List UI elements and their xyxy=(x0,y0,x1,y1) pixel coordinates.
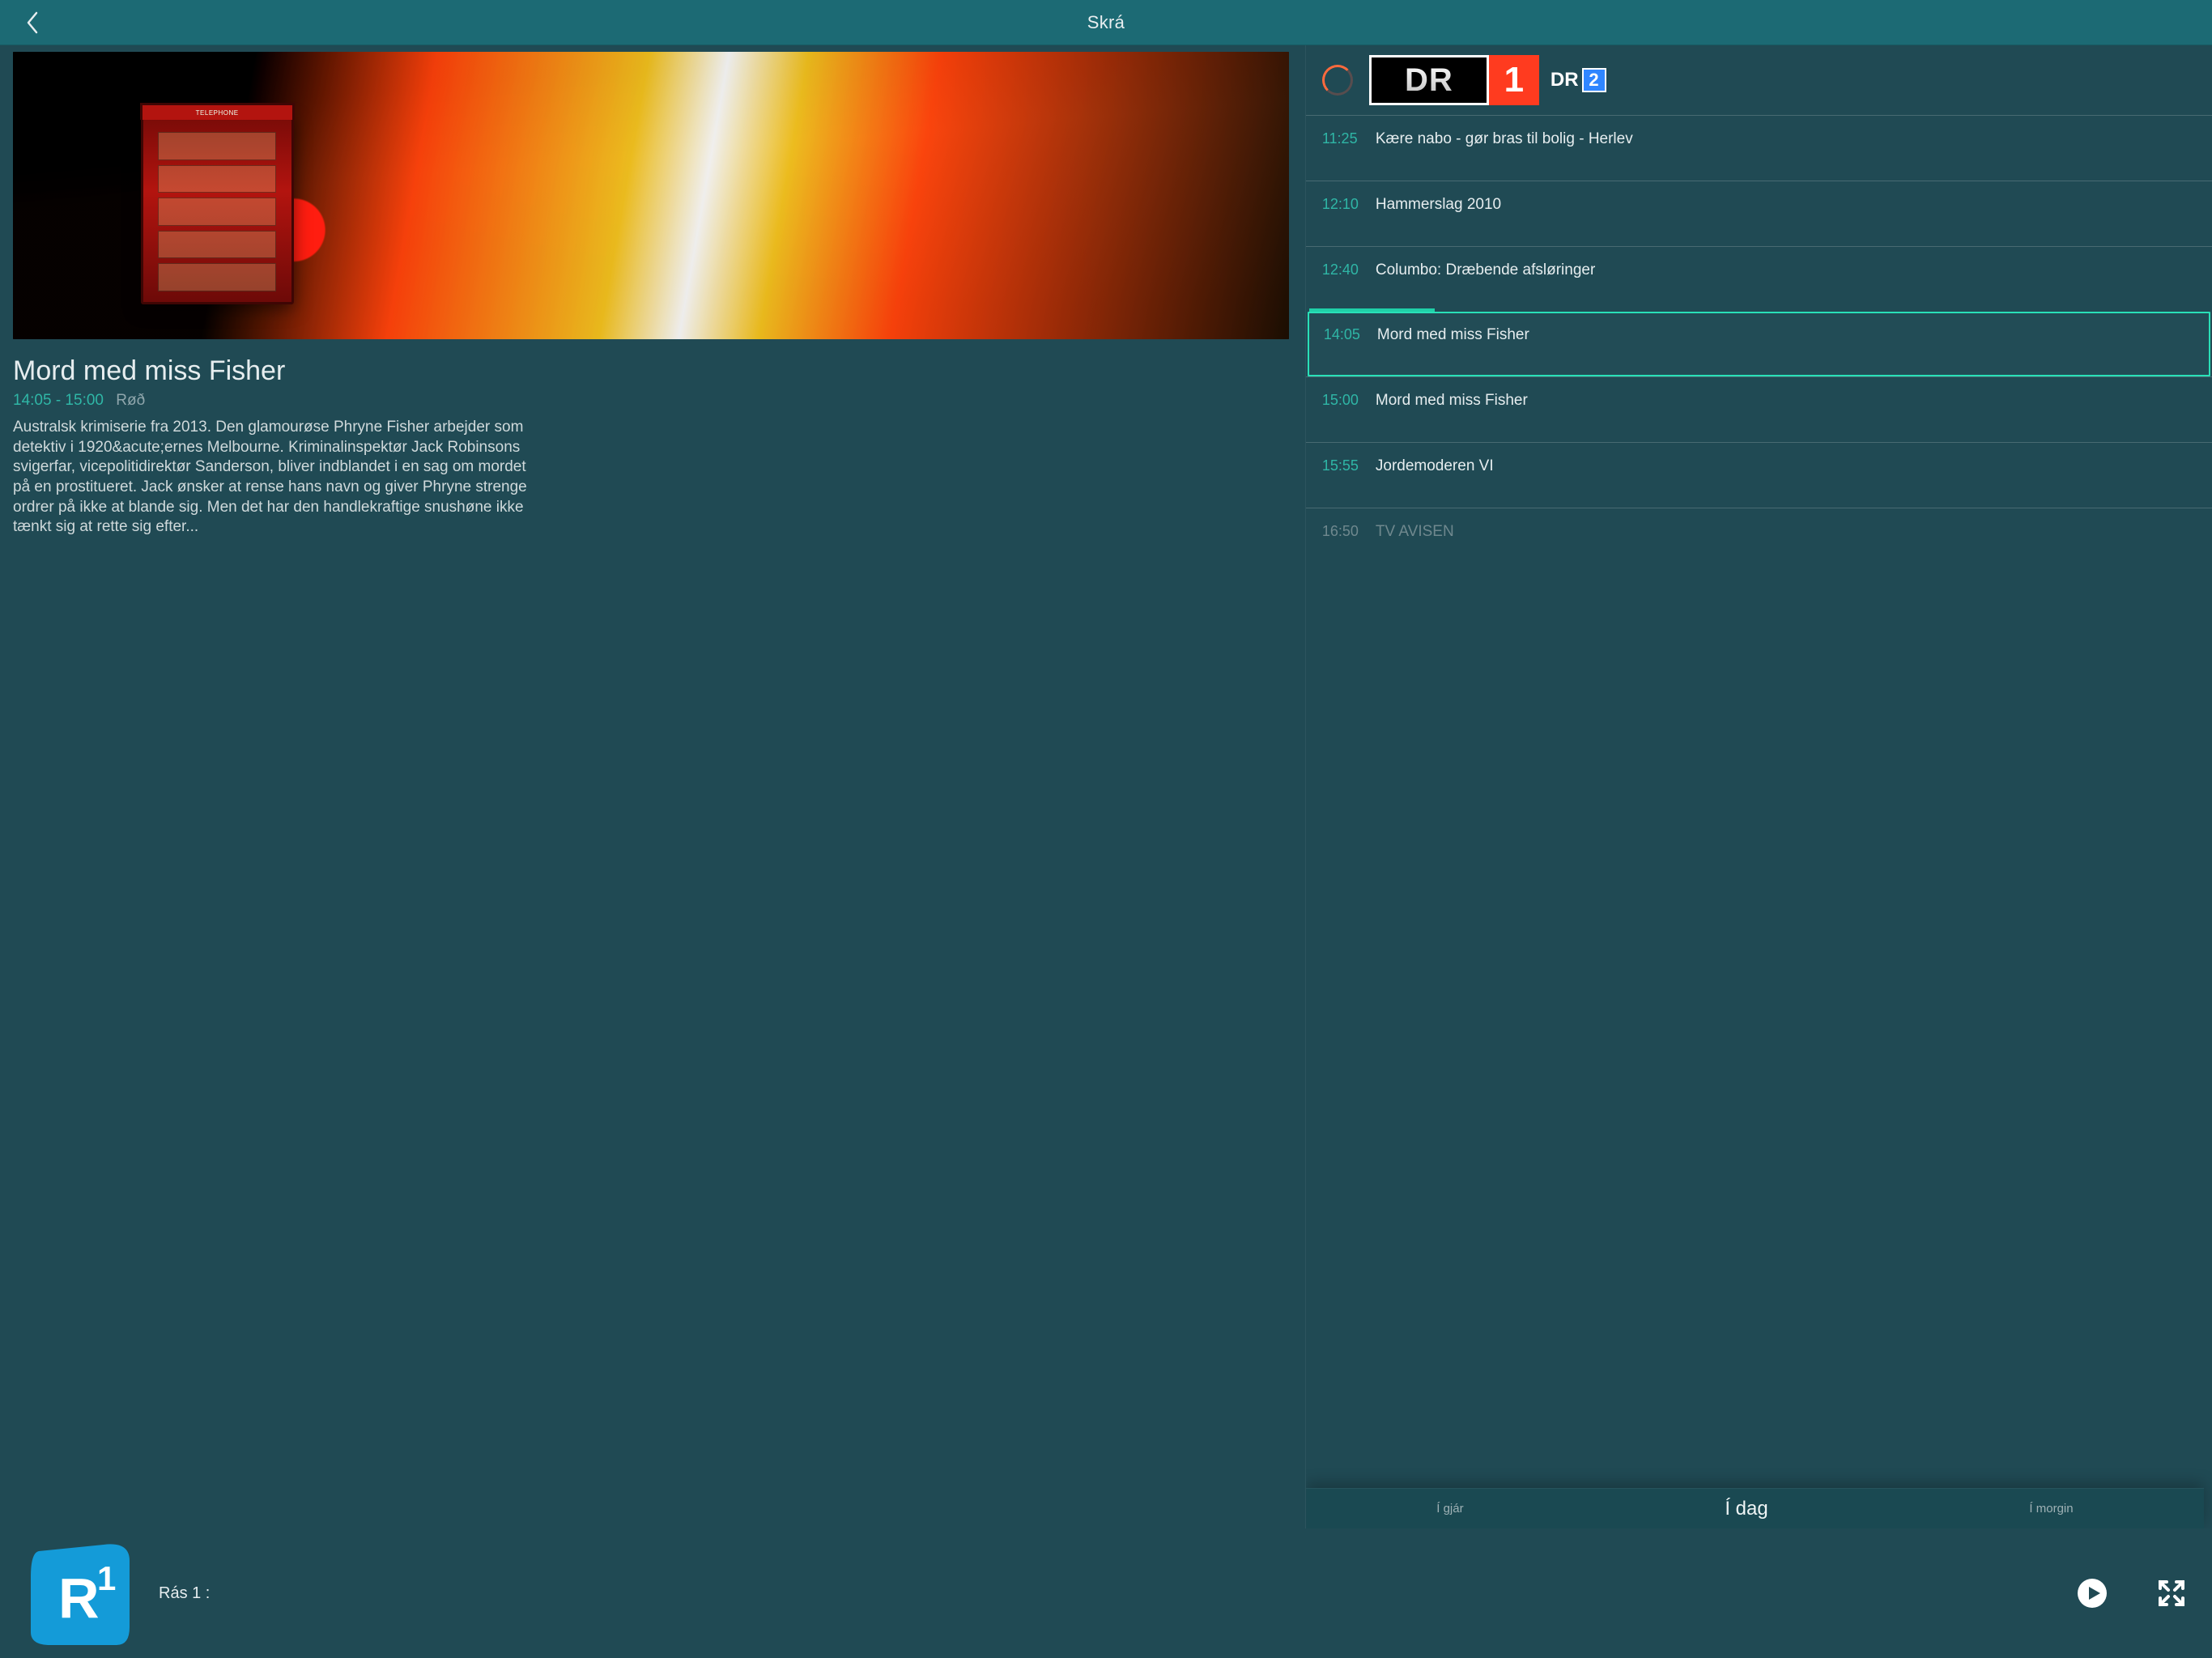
day-tabs: Í gjár Í dag Í morgin xyxy=(1306,1488,2204,1528)
schedule-title: TV AVISEN xyxy=(1376,523,2196,541)
schedule-row[interactable]: 15:00 Mord med miss Fisher xyxy=(1306,376,2212,442)
play-button[interactable] xyxy=(2074,1575,2110,1611)
r1-number: 1 xyxy=(97,1559,116,1597)
r1-letter: R xyxy=(58,1567,100,1630)
channel-logo-dr2[interactable]: DR 2 xyxy=(1551,68,1606,92)
fullscreen-button[interactable] xyxy=(2154,1575,2189,1611)
schedule-time: 11:25 xyxy=(1322,130,1376,147)
program-category: Røð xyxy=(116,392,145,409)
schedule-time: 12:40 xyxy=(1322,261,1376,278)
page-title: Skrá xyxy=(1087,12,1125,33)
schedule-list[interactable]: 11:25 Kære nabo - gør bras til bolig - H… xyxy=(1306,115,2212,1528)
program-detail-panel: Mord med miss Fisher 14:05 - 15:00 Røð A… xyxy=(0,45,1305,1528)
schedule-title: Hammerslag 2010 xyxy=(1376,196,2196,214)
program-time-range: 14:05 - 15:00 xyxy=(13,392,104,409)
schedule-row[interactable]: 16:50 TV AVISEN xyxy=(1306,508,2212,544)
program-subtitle: 14:05 - 15:00 Røð xyxy=(13,392,1289,410)
schedule-row[interactable]: 12:40 Columbo: Dræbende afsløringer xyxy=(1306,246,2212,312)
schedule-time: 16:50 xyxy=(1322,523,1376,540)
schedule-title: Kære nabo - gør bras til bolig - Herlev xyxy=(1376,130,2196,148)
schedule-time: 14:05 xyxy=(1324,326,1377,343)
dr1-number: 1 xyxy=(1489,55,1539,105)
schedule-row[interactable]: 15:55 Jordemoderen VI xyxy=(1306,442,2212,508)
back-button[interactable] xyxy=(16,6,49,39)
schedule-title: Mord med miss Fisher xyxy=(1376,392,2196,410)
now-playing-bar: R 1 Rás 1 : xyxy=(0,1528,2212,1658)
tab-yesterday[interactable]: Í gjár xyxy=(1436,1502,1463,1516)
chevron-left-icon xyxy=(25,11,40,34)
schedule-time: 12:10 xyxy=(1322,196,1376,213)
channel-strip[interactable]: DR 1 DR 2 xyxy=(1306,45,2212,115)
program-description: Australsk krimiserie fra 2013. Den glamo… xyxy=(13,418,547,538)
schedule-time: 15:55 xyxy=(1322,457,1376,474)
schedule-title: Jordemoderen VI xyxy=(1376,457,2196,475)
schedule-title: Mord med miss Fisher xyxy=(1377,326,2194,344)
loading-spinner-icon xyxy=(1322,65,1353,96)
schedule-row[interactable]: 11:25 Kære nabo - gør bras til bolig - H… xyxy=(1306,115,2212,181)
tab-tomorrow[interactable]: Í morgin xyxy=(2029,1502,2073,1516)
program-title: Mord med miss Fisher xyxy=(13,355,1289,387)
dr2-text: DR xyxy=(1551,69,1579,91)
dr2-number: 2 xyxy=(1582,68,1606,92)
now-playing-title: Rás 1 : xyxy=(159,1584,210,1603)
schedule-panel: DR 1 DR 2 11:25 Kære nabo - gør bras til… xyxy=(1305,45,2212,1528)
channel-logo-dr1[interactable]: DR 1 xyxy=(1369,55,1539,105)
play-icon xyxy=(2076,1577,2108,1609)
header-bar: Skrá xyxy=(0,0,2212,45)
fullscreen-icon xyxy=(2155,1577,2188,1609)
dr1-text: DR xyxy=(1405,62,1453,99)
tab-today[interactable]: Í dag xyxy=(1725,1498,1767,1520)
schedule-time: 15:00 xyxy=(1322,392,1376,409)
station-logo-r1[interactable]: R 1 xyxy=(23,1537,136,1650)
schedule-row-current[interactable]: 14:05 Mord med miss Fisher xyxy=(1308,312,2210,376)
program-hero-image xyxy=(13,52,1289,339)
schedule-row[interactable]: 12:10 Hammerslag 2010 xyxy=(1306,181,2212,246)
main-area: Mord med miss Fisher 14:05 - 15:00 Røð A… xyxy=(0,45,2212,1528)
schedule-title: Columbo: Dræbende afsløringer xyxy=(1376,261,2196,279)
